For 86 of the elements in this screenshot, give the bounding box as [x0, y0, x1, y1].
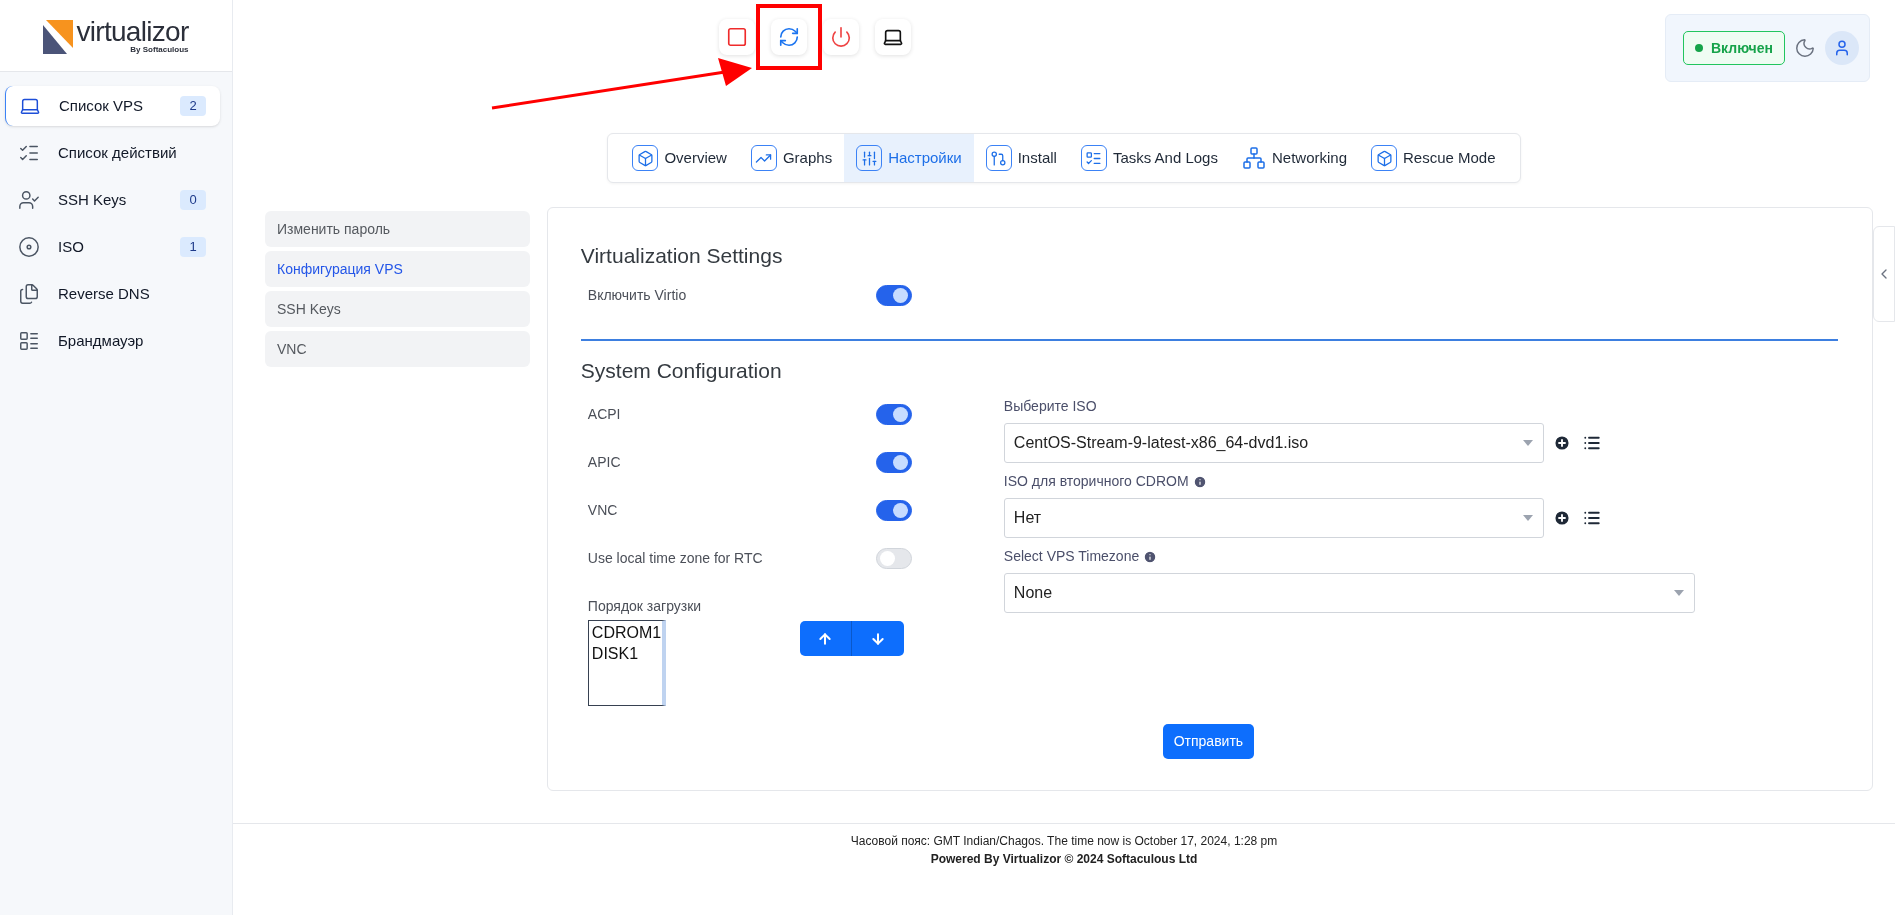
- section-heading: System Configuration: [580, 357, 783, 384]
- toggle-switch[interactable]: [875, 451, 912, 473]
- cube-icon: [632, 145, 659, 171]
- logo[interactable]: virtualizor By Softaculous: [0, 0, 232, 72]
- tab[interactable]: Install: [973, 134, 1069, 182]
- sidebar-label: Reverse DNS: [58, 283, 151, 304]
- select-field[interactable]: None: [1003, 573, 1695, 613]
- refresh-icon: [778, 26, 800, 48]
- settings-menu-item[interactable]: Изменить пароль: [265, 211, 530, 247]
- checklist-icon: [1080, 145, 1107, 171]
- add-icon[interactable]: [1552, 509, 1571, 527]
- user-avatar[interactable]: [1825, 31, 1859, 65]
- list-option[interactable]: CDROM1: [591, 622, 659, 643]
- toggle-label: Включить Virtio: [587, 285, 687, 305]
- dropdown-caret-icon: [1522, 515, 1533, 521]
- list-icon[interactable]: [1582, 434, 1601, 452]
- section-heading: Virtualization Settings: [580, 243, 784, 269]
- toggle-label: ACPI: [587, 404, 621, 424]
- toggle-label: APIC: [587, 452, 621, 472]
- footer-time-text: Часовой пояс: GMT Indian/Chagos. The time now is October 17, 2024, 1:28 pm: [850, 833, 1278, 850]
- sidebar-item[interactable]: Брандмауэр: [5, 321, 220, 361]
- sidebar-item[interactable]: Список действий: [5, 133, 220, 173]
- move-up-button[interactable]: [799, 621, 852, 656]
- moon-icon[interactable]: [1794, 37, 1816, 59]
- logo-wordmark: virtualizor: [76, 17, 189, 46]
- line-chart-icon: [750, 145, 777, 171]
- sidebar-label: SSH Keys: [58, 189, 128, 210]
- network-icon: [1241, 146, 1266, 170]
- info-icon: [1143, 549, 1158, 564]
- select-value: None: [1013, 583, 1053, 603]
- tab[interactable]: Networking: [1229, 134, 1359, 182]
- boot-order-list[interactable]: CDROM1 DISK1: [587, 620, 666, 706]
- field-label: Выберите ISO: [1003, 397, 1097, 416]
- footer-powered-text: Powered By Virtualizor © 2024 Softaculous Ltd: [930, 851, 1198, 868]
- user-check-icon: [18, 189, 40, 211]
- list-option[interactable]: DISK1: [591, 643, 659, 664]
- list-panel-icon: [18, 330, 40, 352]
- field-label: Select VPS Timezone: [1003, 547, 1140, 566]
- select-value: Нет: [1013, 508, 1042, 528]
- select-value: CentOS-Stream-9-latest-x86_64-dvd1.iso: [1013, 433, 1309, 453]
- count-badge: 1: [180, 237, 206, 257]
- toggle-switch[interactable]: [875, 284, 912, 306]
- sidebar-item[interactable]: Reverse DNS: [5, 274, 220, 314]
- stop-square-icon: [726, 26, 748, 48]
- sidebar-item[interactable]: Список VPS 2: [5, 86, 220, 126]
- toggle-label: VNC: [587, 500, 618, 520]
- dropdown-caret-icon: [1522, 440, 1533, 446]
- pull-request-icon: [985, 145, 1012, 171]
- select-field[interactable]: Нет: [1003, 498, 1544, 538]
- tab[interactable]: Overview: [620, 134, 739, 182]
- dropdown-caret-icon: [1673, 590, 1684, 596]
- settings-menu-item[interactable]: VNC: [265, 331, 530, 367]
- toolbar-button[interactable]: [875, 19, 911, 55]
- count-badge: 0: [180, 190, 206, 210]
- cube-icon: [1371, 145, 1397, 171]
- count-badge: 2: [180, 96, 206, 116]
- sidebar-label: Брандмауэр: [58, 330, 145, 351]
- sidebar-item[interactable]: ISO 1: [5, 227, 220, 267]
- move-down-button[interactable]: [851, 621, 904, 656]
- logo-tagline: By Softaculous: [130, 45, 189, 54]
- toggle-switch[interactable]: [875, 499, 912, 521]
- sidebar-item[interactable]: SSH Keys 0: [5, 180, 220, 220]
- power-icon: [830, 26, 852, 48]
- documents-icon: [18, 283, 40, 305]
- settings-menu-item[interactable]: SSH Keys: [265, 291, 530, 327]
- add-icon[interactable]: [1552, 434, 1571, 452]
- logo-mark-icon: [43, 17, 74, 54]
- tab[interactable]: Rescue Mode: [1359, 134, 1508, 182]
- sidebar-label: Список VPS: [59, 95, 145, 116]
- user-icon: [1833, 39, 1851, 57]
- disc-icon: [18, 236, 40, 258]
- sidebar-label: ISO: [58, 236, 85, 257]
- settings-menu-item[interactable]: Конфигурация VPS: [265, 251, 530, 287]
- submit-button[interactable]: Отправить: [1162, 724, 1255, 759]
- tab[interactable]: Graphs: [738, 134, 845, 182]
- list-icon[interactable]: [1582, 509, 1601, 527]
- toggle-switch[interactable]: [875, 403, 912, 425]
- select-field[interactable]: CentOS-Stream-9-latest-x86_64-dvd1.iso: [1003, 423, 1544, 463]
- field-label: Порядок загрузки: [586, 597, 703, 616]
- toggle-label: Use local time zone for RTC: [587, 548, 763, 568]
- field-label: ISO для вторичного CDROM: [1003, 472, 1189, 491]
- tab[interactable]: Tasks And Logs: [1068, 134, 1230, 182]
- info-icon: [1192, 474, 1207, 489]
- sidebar-label: Список действий: [58, 142, 178, 163]
- tab[interactable]: Настройки: [844, 134, 974, 182]
- sliders-icon: [856, 145, 883, 171]
